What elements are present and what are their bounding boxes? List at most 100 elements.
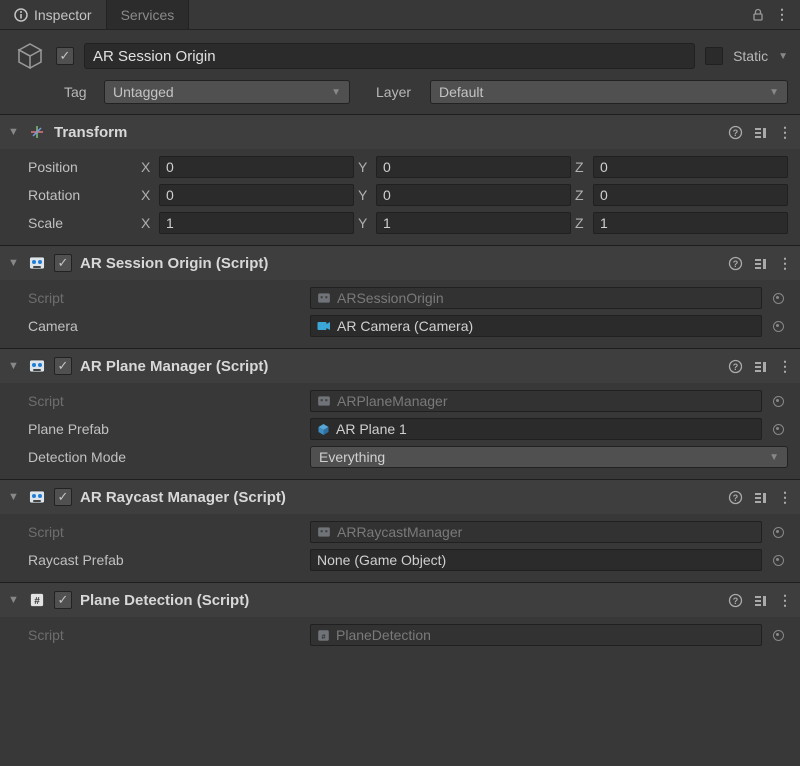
layer-value: Default — [439, 84, 483, 100]
component-title: AR Plane Manager (Script) — [80, 358, 720, 375]
rotation-x-input[interactable] — [159, 184, 354, 206]
property-row-rotation: Rotation X Y Z — [0, 181, 800, 209]
position-y-input[interactable] — [376, 156, 571, 178]
component-ar-raycast-manager: ▼ ✓ AR Raycast Manager (Script) ? ⋮ Scri… — [0, 479, 800, 582]
foldout-icon[interactable]: ▼ — [8, 491, 20, 503]
tab-inspector[interactable]: Inspector — [0, 0, 107, 29]
axis-label-y: Y — [358, 159, 372, 175]
component-plane-detection: ▼ # ✓ Plane Detection (Script) ? ⋮ Scrip… — [0, 582, 800, 657]
transform-icon — [28, 123, 46, 141]
gameobject-icon — [14, 40, 46, 72]
ar-script-icon — [317, 291, 331, 305]
static-dropdown-caret[interactable]: ▼ — [778, 51, 788, 62]
preset-icon[interactable] — [753, 490, 768, 505]
foldout-icon[interactable]: ▼ — [8, 257, 20, 269]
layer-dropdown[interactable]: Default ▼ — [430, 80, 788, 104]
object-picker-icon[interactable] — [768, 521, 788, 543]
help-icon[interactable]: ? — [728, 125, 743, 140]
script-value: ARPlaneManager — [337, 393, 448, 409]
script-value: PlaneDetection — [336, 627, 431, 643]
gameobject-name-input[interactable] — [84, 43, 695, 69]
scale-x-input[interactable] — [159, 212, 354, 234]
lock-icon[interactable] — [751, 8, 765, 22]
tab-services[interactable]: Services — [107, 0, 190, 29]
position-x-input[interactable] — [159, 156, 354, 178]
script-value: ARRaycastManager — [337, 524, 462, 540]
component-title: AR Session Origin (Script) — [80, 255, 720, 272]
help-icon[interactable]: ? — [728, 593, 743, 608]
property-row-script: Script ARRaycastManager — [0, 518, 800, 546]
preset-icon[interactable] — [753, 593, 768, 608]
property-label: Script — [28, 393, 304, 409]
property-label: Camera — [28, 318, 304, 334]
kebab-icon[interactable]: ⋮ — [778, 489, 792, 506]
component-header[interactable]: ▼ ✓ AR Session Origin (Script) ? ⋮ — [0, 246, 800, 280]
kebab-icon[interactable]: ⋮ — [778, 124, 792, 141]
static-checkbox[interactable] — [705, 47, 723, 65]
component-enabled-checkbox[interactable]: ✓ — [54, 254, 72, 272]
scale-y-input[interactable] — [376, 212, 571, 234]
preset-icon[interactable] — [753, 125, 768, 140]
info-icon — [14, 8, 28, 22]
property-row-camera: Camera AR Camera (Camera) — [0, 312, 800, 340]
axis-label-z: Z — [575, 215, 589, 231]
object-picker-icon[interactable] — [768, 287, 788, 309]
position-z-input[interactable] — [593, 156, 788, 178]
component-enabled-checkbox[interactable]: ✓ — [54, 488, 72, 506]
rotation-z-input[interactable] — [593, 184, 788, 206]
preset-icon[interactable] — [753, 256, 768, 271]
script-field: ARPlaneManager — [310, 390, 762, 412]
foldout-icon[interactable]: ▼ — [8, 360, 20, 372]
svg-text:?: ? — [733, 259, 739, 269]
enabled-checkbox[interactable]: ✓ — [56, 47, 74, 65]
tab-label: Inspector — [34, 7, 92, 23]
component-title: AR Raycast Manager (Script) — [80, 489, 720, 506]
component-header[interactable]: ▼ ✓ AR Raycast Manager (Script) ? ⋮ — [0, 480, 800, 514]
plane-prefab-field[interactable]: AR Plane 1 — [310, 418, 762, 440]
help-icon[interactable]: ? — [728, 359, 743, 374]
object-picker-icon[interactable] — [768, 390, 788, 412]
foldout-icon[interactable]: ▼ — [8, 594, 20, 606]
prefab-icon — [317, 423, 330, 436]
ar-script-icon — [28, 357, 46, 375]
property-label: Raycast Prefab — [28, 552, 304, 568]
cs-script-icon: # — [317, 629, 330, 642]
kebab-icon[interactable]: ⋮ — [778, 255, 792, 272]
component-enabled-checkbox[interactable]: ✓ — [54, 357, 72, 375]
camera-field[interactable]: AR Camera (Camera) — [310, 315, 762, 337]
kebab-icon[interactable]: ⋮ — [775, 6, 790, 23]
component-header[interactable]: ▼ # ✓ Plane Detection (Script) ? ⋮ — [0, 583, 800, 617]
object-picker-icon[interactable] — [768, 624, 788, 646]
tag-label: Tag — [64, 84, 96, 100]
component-header[interactable]: ▼ ✓ AR Plane Manager (Script) ? ⋮ — [0, 349, 800, 383]
property-label: Plane Prefab — [28, 421, 304, 437]
foldout-icon[interactable]: ▼ — [8, 126, 20, 138]
component-enabled-checkbox[interactable]: ✓ — [54, 591, 72, 609]
object-picker-icon[interactable] — [768, 315, 788, 337]
svg-text:?: ? — [733, 493, 739, 503]
preset-icon[interactable] — [753, 359, 768, 374]
tab-label: Services — [121, 7, 175, 23]
kebab-icon[interactable]: ⋮ — [778, 358, 792, 375]
detection-mode-dropdown[interactable]: Everything ▼ — [310, 446, 788, 468]
svg-text:?: ? — [733, 128, 739, 138]
rotation-y-input[interactable] — [376, 184, 571, 206]
property-row-position: Position X Y Z — [0, 153, 800, 181]
scale-z-input[interactable] — [593, 212, 788, 234]
raycast-prefab-field[interactable]: None (Game Object) — [310, 549, 762, 571]
tag-dropdown[interactable]: Untagged ▼ — [104, 80, 350, 104]
svg-text:?: ? — [733, 362, 739, 372]
svg-text:#: # — [34, 596, 40, 607]
property-label: Rotation — [28, 187, 135, 203]
component-header[interactable]: ▼ Transform ? ⋮ — [0, 115, 800, 149]
script-value: ARSessionOrigin — [337, 290, 444, 306]
object-picker-icon[interactable] — [768, 549, 788, 571]
property-row-script: Script ARPlaneManager — [0, 387, 800, 415]
object-picker-icon[interactable] — [768, 418, 788, 440]
chevron-down-icon: ▼ — [331, 87, 341, 98]
help-icon[interactable]: ? — [728, 490, 743, 505]
cs-script-icon: # — [28, 591, 46, 609]
script-field: ARSessionOrigin — [310, 287, 762, 309]
help-icon[interactable]: ? — [728, 256, 743, 271]
kebab-icon[interactable]: ⋮ — [778, 592, 792, 609]
